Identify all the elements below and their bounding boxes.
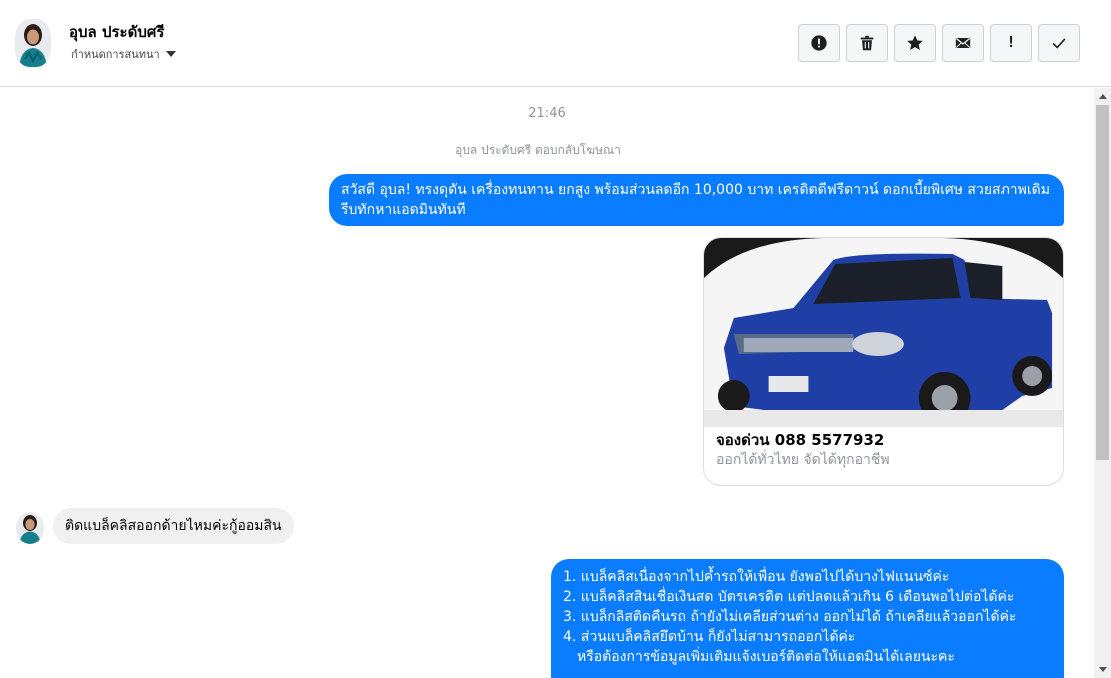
alert-circle-icon <box>811 35 827 51</box>
conversation-header: อุบล ประดับศรี กำหนดการสนทนา ! <box>0 0 1111 87</box>
check-icon <box>1052 38 1066 49</box>
contact-name[interactable]: อุบล ประดับศรี <box>69 20 164 44</box>
caret-down-icon <box>165 51 176 57</box>
assign-label: กำหนดการสนทนา <box>71 48 160 61</box>
star-button[interactable] <box>894 24 936 62</box>
mark-done-button[interactable] <box>1038 24 1080 62</box>
delete-button[interactable] <box>846 24 888 62</box>
mark-unread-button[interactable] <box>942 24 984 62</box>
replied-to-ad-note: อุบล ประดับศรี ตอบกลับโฆษณา <box>455 143 621 157</box>
ad-card-subtitle: ออกได้ทั่วไทย จัดได้ทุกอาชีพ <box>716 452 890 468</box>
sender-avatar[interactable] <box>16 512 44 544</box>
message-line: 4. ส่วนแบล็คลิสยึดบ้าน ก็ยังไม่สามารถออก… <box>563 629 856 645</box>
star-icon <box>907 35 923 51</box>
scroll-down-arrow[interactable] <box>1094 661 1111 678</box>
trash-icon <box>860 35 874 51</box>
spam-button[interactable] <box>798 24 840 62</box>
scroll-up-arrow[interactable] <box>1094 88 1111 105</box>
thread-scrollbar[interactable] <box>1094 88 1111 678</box>
scrollbar-thumb[interactable] <box>1096 105 1109 460</box>
envelope-icon <box>955 37 971 48</box>
message-thread[interactable]: 21:46 อุบล ประดับศรี ตอบกลับโฆษณา สวัสดี… <box>0 88 1094 678</box>
important-button[interactable]: ! <box>990 24 1032 62</box>
message-line: 1. แบล็คลิสเนื่องจากไปค้ำรถให้เพื่อน ยัง… <box>563 569 950 585</box>
ad-card[interactable]: จองด่วน 088 5577932 ออกได้ทั่วไทย จัดได้… <box>703 237 1064 486</box>
message-line: 3. แบล็กลิสติดคืนรถ ถ้ายังไม่เคลียส่วนต่… <box>563 609 1017 625</box>
message-line: หรือต้องการข้อมูลเพิ่มเติมแจ้งเบอร์ติดต่… <box>577 649 955 665</box>
arrow-down-icon <box>1098 667 1107 672</box>
contact-avatar[interactable] <box>15 19 51 67</box>
arrow-up-icon <box>1098 94 1107 99</box>
message-line: 2. แบล็คลิสสินเชื่อเงินสด บัตรเครดิต แต่… <box>563 589 1015 605</box>
assign-conversation-dropdown[interactable]: กำหนดการสนทนา <box>71 45 176 63</box>
incoming-message[interactable]: ติดแบล็คลิสออกด้ายไหมค่ะกู้ออมสิน <box>53 508 294 544</box>
message-timestamp: 21:46 <box>528 106 566 121</box>
ad-image-pickup-truck <box>704 238 1063 427</box>
conversation-toolbar: ! <box>798 24 1080 62</box>
exclamation-icon: ! <box>1008 34 1014 51</box>
outgoing-message[interactable]: สวัสดี อุบล! ทรงดุดัน เครื่องทนทาน ยกสูง… <box>329 174 1064 226</box>
outgoing-message-list[interactable]: 1. แบล็คลิสเนื่องจากไปค้ำรถให้เพื่อน ยัง… <box>551 559 1064 678</box>
